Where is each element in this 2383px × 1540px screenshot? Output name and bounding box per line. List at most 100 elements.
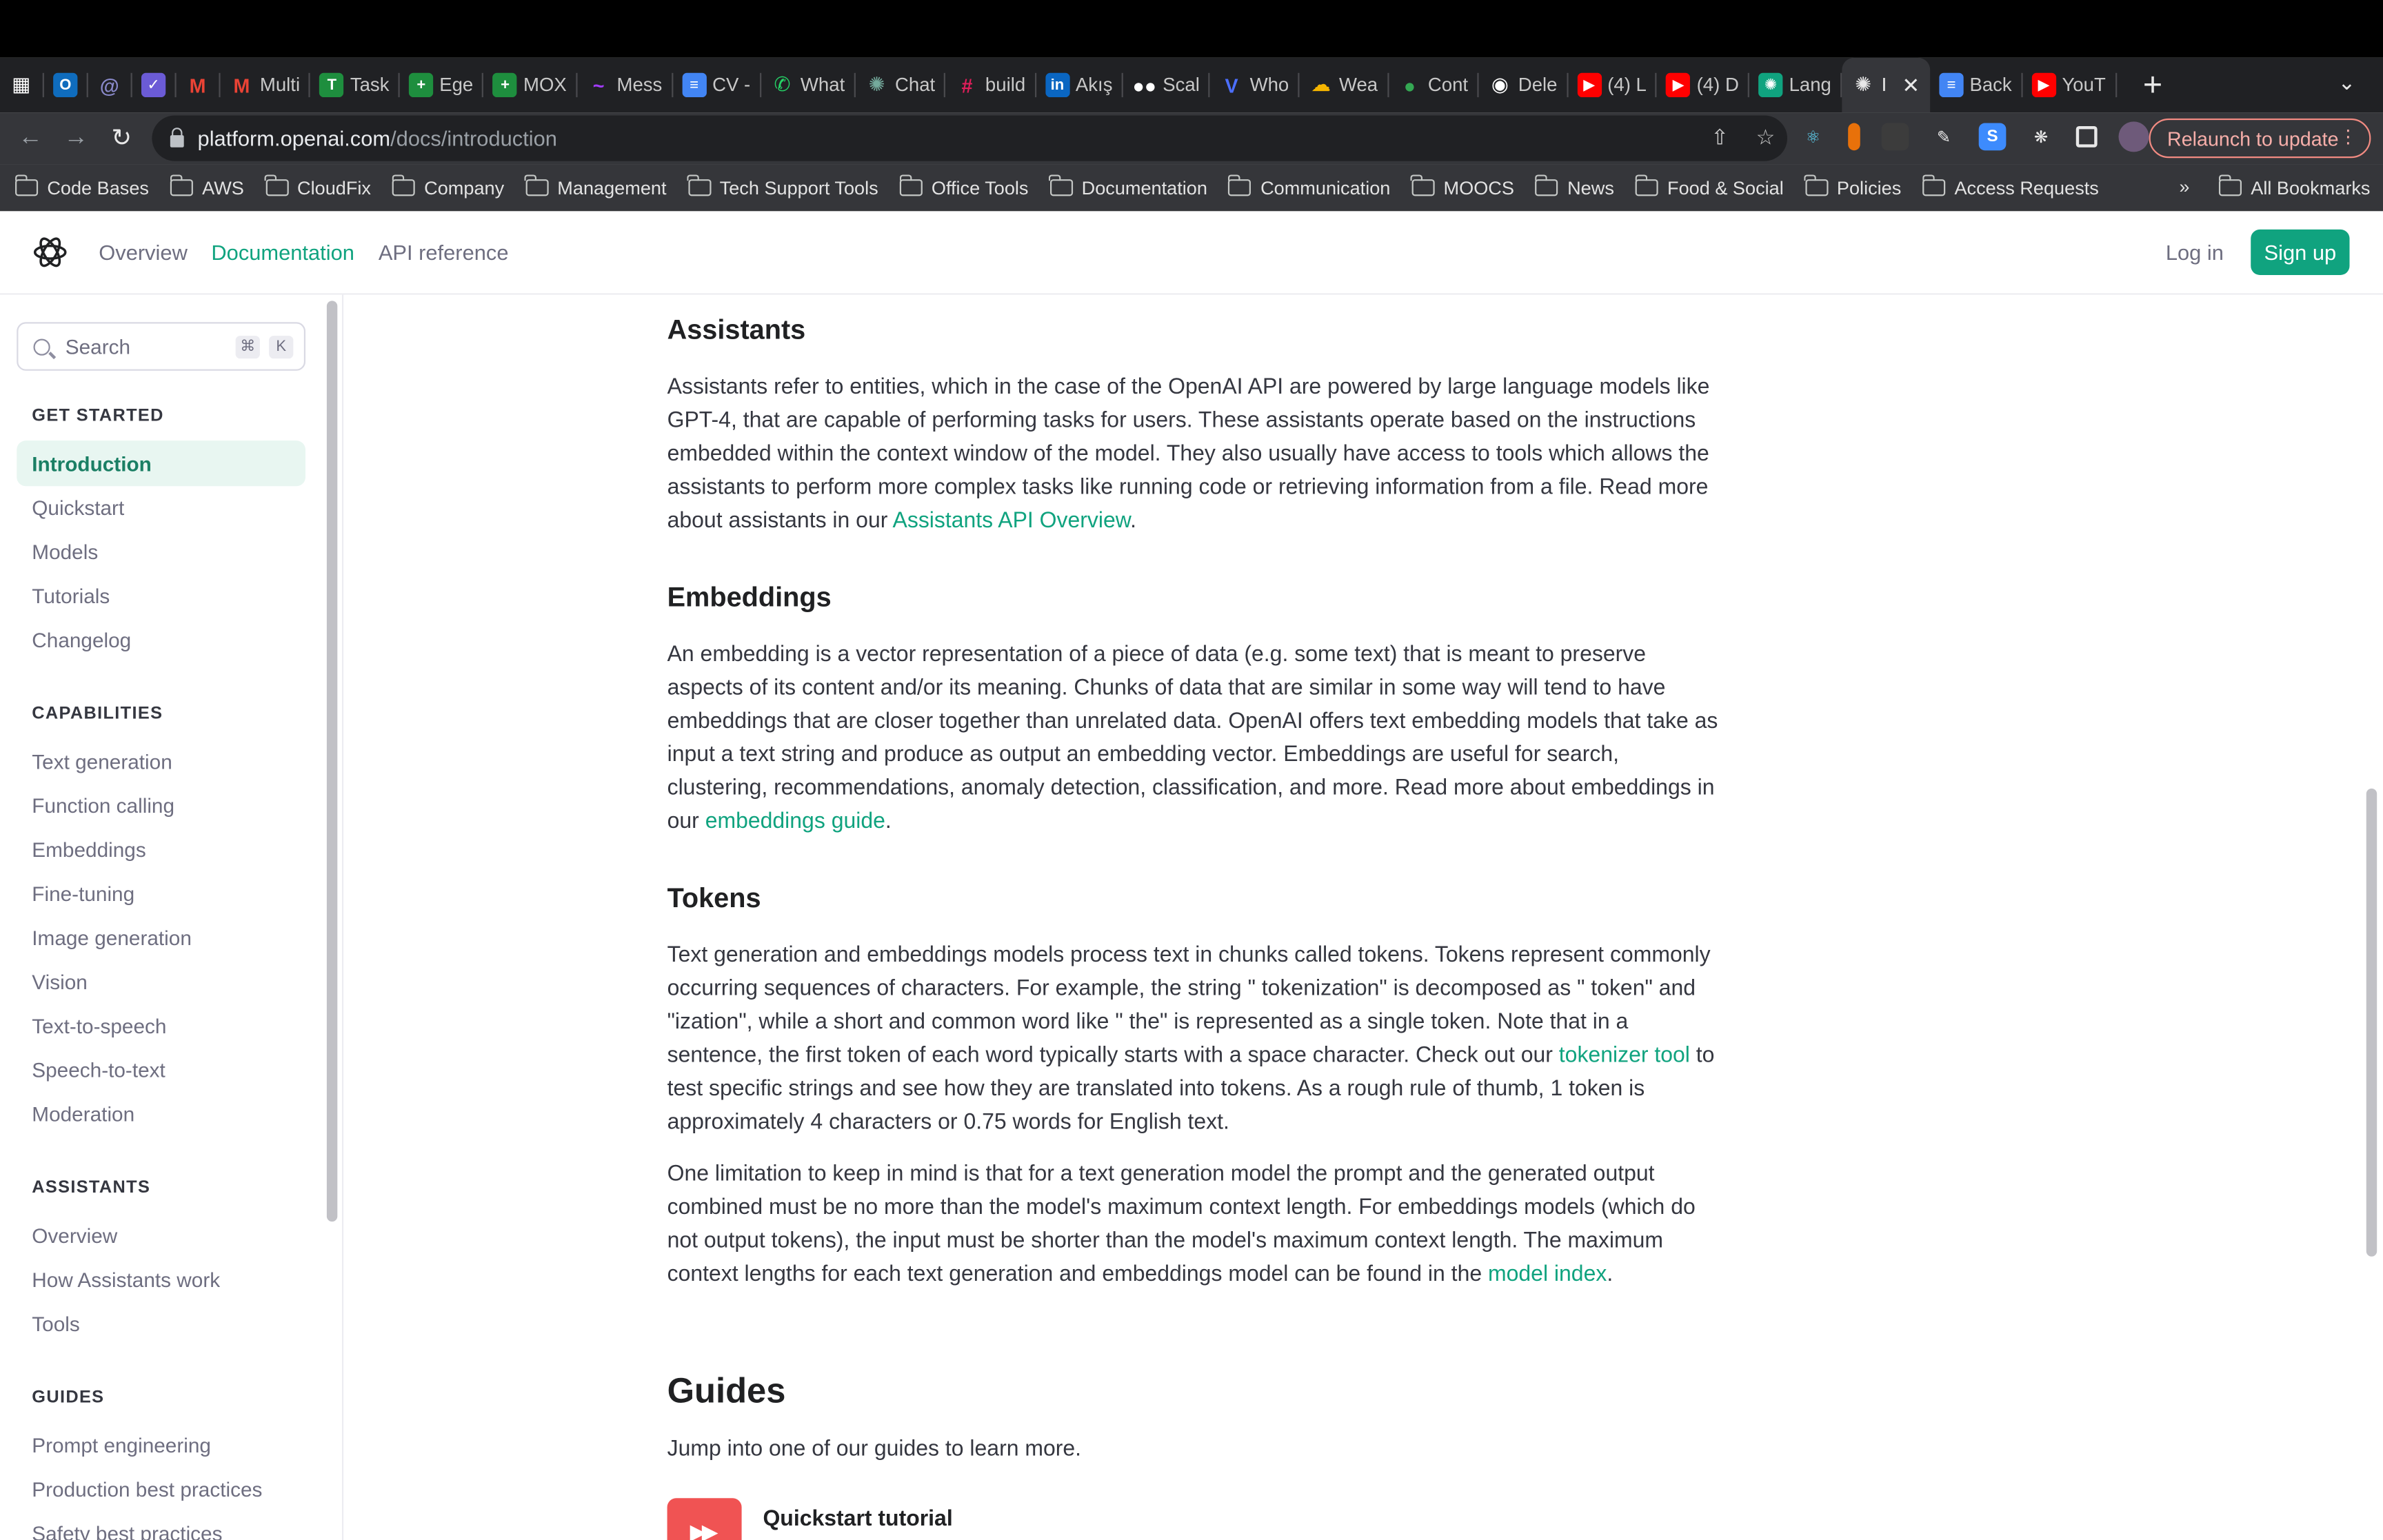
tab-9[interactable]: ~ Mess [577,58,671,112]
profile-avatar[interactable] [2118,121,2149,152]
tab-0[interactable]: ▦ [0,58,43,112]
address-bar[interactable]: platform.openai.com/docs/introduction ⇧ … [152,115,1787,161]
quickstart-card-icon[interactable]: ▶▶ [667,1498,742,1540]
bookmark-star-icon[interactable]: ☆ [1756,125,1776,150]
bookmark-folder-10[interactable]: News [1534,174,1614,199]
more-menu-icon[interactable]: ⋮ [2339,126,2357,148]
tab-5[interactable]: M Multi [221,58,310,112]
bookmark-folder-2[interactable]: CloudFix [264,174,371,199]
bookmarks-bar: Code Bases AWS CloudFix Company Management Te… [0,164,2383,212]
sidebar-item-prompt-engineering[interactable]: Prompt engineering [32,1435,211,1457]
signup-button[interactable]: Sign up [2251,229,2350,275]
nav-documentation[interactable]: Documentation [211,240,354,264]
openai-logo-icon[interactable] [32,234,68,270]
nav-overview[interactable]: Overview [99,240,188,264]
tab-16[interactable]: V Who [1210,58,1298,112]
tab-1[interactable]: O [44,58,87,112]
tab-21[interactable]: ▶ (4) D [1657,58,1748,112]
bookmark-folder-8[interactable]: Communication [1227,174,1390,199]
new-tab-icon[interactable]: + [2135,65,2171,105]
tab-19[interactable]: ◉ Dele [1479,58,1567,112]
sidebar-item-text-generation[interactable]: Text generation [32,751,172,773]
bookmark-folder-12[interactable]: Policies [1804,174,1901,199]
reload-icon[interactable]: ↻ [99,123,144,154]
sidebar-item-vision[interactable]: Vision [32,971,88,993]
sidebar-scrollbar[interactable] [326,301,338,1222]
relaunch-button[interactable]: Relaunch to update ⋮ [2149,118,2371,159]
tab-active[interactable]: ✺ I ✕ [1842,57,1931,113]
bookmark-folder-3[interactable]: Company [391,174,504,199]
assistants-api-overview-link[interactable]: Assistants API Overview [893,509,1131,533]
sidebar-item-image-generation[interactable]: Image generation [32,926,192,949]
bookmark-folder-7[interactable]: Documentation [1049,174,1207,199]
bookmark-folder-4[interactable]: Management [525,174,667,199]
extension-dark-icon[interactable] [1881,123,1909,151]
bookmark-folder-0[interactable]: Code Bases [14,174,149,199]
sidebar-item-quickstart[interactable]: Quickstart [32,497,124,520]
quickstart-card-title[interactable]: Quickstart tutorial [763,1507,952,1531]
search-input[interactable]: Search ⌘ K [17,322,306,371]
sidebar-item-how-assistants-work[interactable]: How Assistants work [32,1268,220,1291]
tab-20[interactable]: ▶ (4) L [1568,58,1656,112]
back-icon[interactable]: ← [8,125,53,152]
tab-separator [2115,72,2117,98]
bookmarks-overflow-icon[interactable]: » [2180,176,2190,198]
bookmark-folder-1[interactable]: AWS [169,174,244,199]
tab-2[interactable]: @ [88,58,131,112]
sidebar-item-moderation[interactable]: Moderation [32,1103,134,1126]
tab-15[interactable]: ●● Scal [1123,58,1209,112]
tab-13[interactable]: # build [946,58,1035,112]
sidebar-item-fine-tuning[interactable]: Fine-tuning [32,883,134,906]
sidebar-item-changelog[interactable]: Changelog [32,629,131,651]
tab-17[interactable]: ☁ Wea [1300,58,1387,112]
sidebar-item-function-calling[interactable]: Function calling [32,795,174,818]
bookmark-folder-6[interactable]: Office Tools [898,174,1028,199]
bookmark-folder-11[interactable]: Food & Social [1634,174,1784,199]
tab-10[interactable]: ≡ CV - [673,58,760,112]
sidebar-item-introduction[interactable]: Introduction [17,440,306,487]
tab-7[interactable]: + Ege [400,58,483,112]
bookmark-folder-5[interactable]: Tech Support Tools [687,174,878,199]
bookmark-folder-13[interactable]: Access Requests [1922,174,2099,199]
close-tab-icon[interactable]: ✕ [1902,72,1920,98]
tab-22[interactable]: ✺ Lang [1749,58,1840,112]
extension-s-icon[interactable]: S [1978,123,2007,151]
sidebar-item-safety-best-practices[interactable]: Safety best practices [32,1522,222,1540]
tab-search-chevron-icon[interactable]: ⌄ [2337,70,2355,95]
extensions-puzzle-icon[interactable]: ❋ [2027,123,2055,151]
embeddings-guide-link[interactable]: embeddings guide [705,809,885,833]
sidebar-item-production-best-practices[interactable]: Production best practices [32,1479,262,1501]
tab-8[interactable]: + MOX [484,58,576,112]
tab-after-0[interactable]: ≡ Back [1930,58,2021,112]
all-bookmarks-button[interactable]: All Bookmarks [2218,164,2370,211]
extension-orange-icon[interactable] [1848,123,1860,151]
sidebar-item-assistants-overview[interactable]: Overview [32,1224,117,1247]
sidebar-item-tutorials[interactable]: Tutorials [32,585,110,608]
tab-11[interactable]: ✆ What [761,58,854,112]
share-icon[interactable]: ⇧ [1711,125,1729,150]
tab-after-1[interactable]: ▶ YouT [2022,58,2115,112]
sidebar-item-embeddings[interactable]: Embeddings [32,839,145,862]
folder-icon [169,174,193,196]
content-scrollbar[interactable] [2366,788,2377,1257]
tab-14[interactable]: in Akış [1036,58,1122,112]
forward-icon[interactable]: → [53,125,99,152]
tokenizer-tool-link[interactable]: tokenizer tool [1559,1044,1690,1068]
model-index-link[interactable]: model index [1488,1262,1607,1286]
side-panel-icon[interactable] [2075,125,2098,148]
sidebar-item-tools[interactable]: Tools [32,1313,79,1335]
react-devtools-icon[interactable]: ⚛ [1800,123,1827,151]
login-link[interactable]: Log in [2166,240,2224,264]
tab-4[interactable]: M [177,58,219,112]
nav-api-reference[interactable]: API reference [379,240,509,264]
tab-12[interactable]: ✺ Chat [856,58,945,112]
tab-18[interactable]: ● Cont [1389,58,1478,112]
sidebar-item-models[interactable]: Models [32,541,98,564]
sidebar-item-text-to-speech[interactable]: Text-to-speech [32,1015,166,1037]
bookmark-folder-9[interactable]: MOOCS [1411,174,1514,199]
tab-6[interactable]: T Task [311,58,399,112]
lock-icon[interactable] [170,127,184,147]
eyedropper-icon[interactable]: ✎ [1930,123,1958,151]
tab-3[interactable]: ✓ [132,58,175,112]
sidebar-item-speech-to-text[interactable]: Speech-to-text [32,1059,165,1082]
